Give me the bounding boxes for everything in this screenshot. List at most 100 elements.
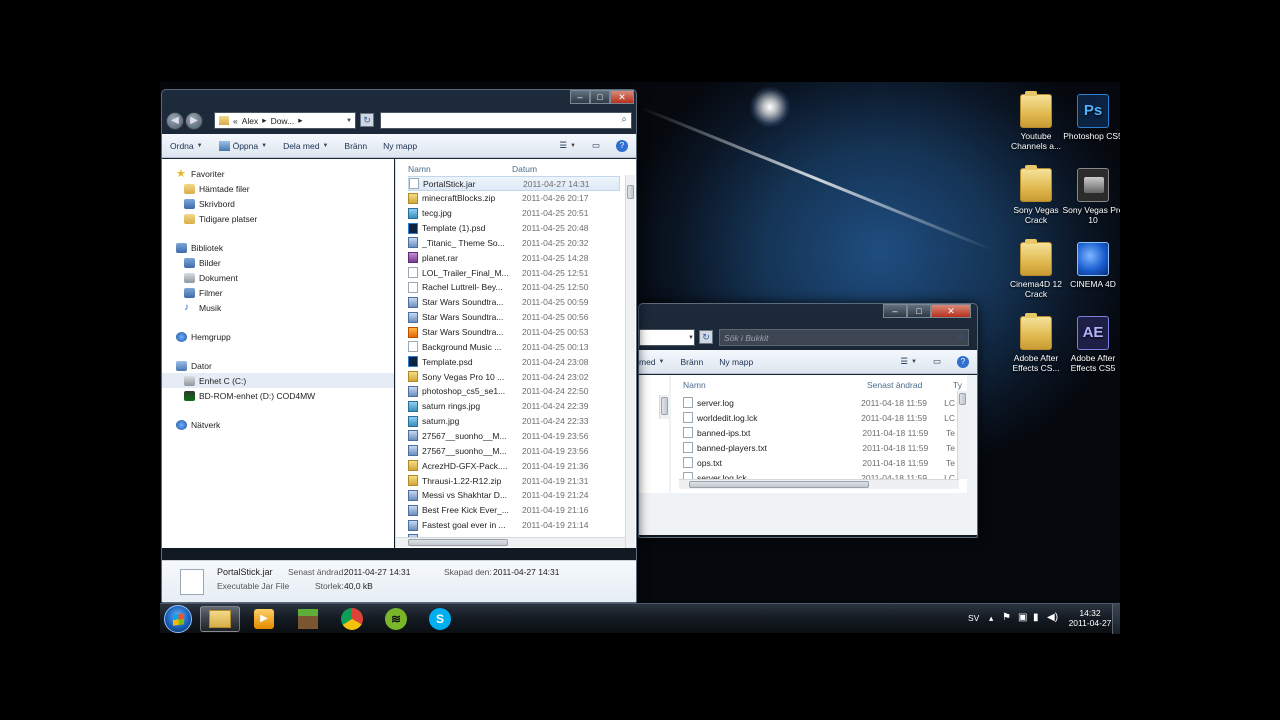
close-button[interactable]: ✕ bbox=[931, 304, 971, 318]
preview-pane-button[interactable]: ▭ bbox=[925, 356, 949, 367]
taskbar-spotify[interactable]: ≋ bbox=[376, 606, 416, 632]
file-row[interactable]: Star Wars Soundtra... 2011-04-25 00:53 bbox=[408, 325, 620, 340]
address-bar[interactable]: ▼ bbox=[639, 329, 695, 346]
clock[interactable]: 14:32 2011-04-27 bbox=[1065, 608, 1115, 628]
file-row[interactable]: tecg.jpg 2011-04-25 20:51 bbox=[408, 206, 620, 221]
file-row[interactable]: Background Music ... 2011-04-25 00:13 bbox=[408, 339, 620, 354]
preview-pane-button[interactable]: ▭ bbox=[584, 140, 608, 151]
chevron-down-icon[interactable]: ▼ bbox=[346, 118, 352, 124]
file-row[interactable]: Template.psd 2011-04-24 23:08 bbox=[408, 354, 620, 369]
desktop-icon-photoshop[interactable]: Ps Photoshop CS5 bbox=[1062, 94, 1120, 141]
file-row[interactable]: banned-ips.txt 2011-04-18 11:59 Te bbox=[683, 425, 955, 440]
nav-libraries[interactable]: Bibliotek bbox=[162, 240, 394, 255]
share-menu[interactable]: Dela med ▼ bbox=[275, 141, 336, 151]
show-desktop-button[interactable] bbox=[1112, 604, 1120, 634]
help-button[interactable]: ? bbox=[608, 139, 636, 152]
back-button[interactable]: ◀ bbox=[166, 112, 184, 130]
nav-music[interactable]: ♪ Musik bbox=[162, 300, 394, 315]
nav-videos[interactable]: Filmer bbox=[162, 285, 394, 300]
minimize-button[interactable]: – bbox=[883, 304, 907, 318]
nav-scrollbar[interactable] bbox=[659, 395, 669, 419]
forward-button[interactable]: ▶ bbox=[185, 112, 203, 130]
file-row[interactable]: minecraftBlocks.zip 2011-04-26 20:17 bbox=[408, 191, 620, 206]
show-hidden-icons-button[interactable]: ▴ bbox=[989, 613, 993, 624]
nav-desktop[interactable]: Skrivbord bbox=[162, 196, 394, 211]
file-row[interactable]: LOL_Trailer_Final_M... 2011-04-25 12:51 bbox=[408, 265, 620, 280]
display-icon[interactable]: ▣ bbox=[1018, 612, 1027, 623]
file-row[interactable]: _Titanic_ Theme So... 2011-04-25 20:32 bbox=[408, 235, 620, 250]
search-input[interactable]: Sök i Bukkit ⌕ bbox=[719, 329, 969, 346]
horizontal-scrollbar[interactable] bbox=[396, 537, 625, 547]
scrollbar-thumb[interactable] bbox=[627, 185, 634, 199]
breadcrumb-downloads[interactable]: Dow... bbox=[271, 116, 295, 126]
scrollbar-thumb[interactable] bbox=[661, 397, 668, 415]
file-row[interactable]: AcrezHD-GFX-Pack.... 2011-04-19 21:36 bbox=[408, 458, 620, 473]
file-row[interactable]: Rachel Luttrell- Bey... 2011-04-25 12:50 bbox=[408, 280, 620, 295]
desktop-icon-cinema4d[interactable]: CINEMA 4D bbox=[1062, 242, 1120, 289]
scrollbar-thumb[interactable] bbox=[689, 481, 869, 488]
desktop-icon-youtube-channels[interactable]: Youtube Channels a... bbox=[1005, 91, 1067, 151]
desktop-icon-cinema4d-crack[interactable]: Cinema4D 12 Crack bbox=[1005, 239, 1067, 299]
scrollbar-thumb[interactable] bbox=[408, 539, 508, 546]
column-name[interactable]: Namn bbox=[683, 380, 867, 390]
taskbar-skype[interactable]: S bbox=[420, 606, 460, 632]
column-date[interactable]: Datum bbox=[512, 164, 537, 174]
file-row[interactable]: server.log 2011-04-18 11:59 LC bbox=[683, 395, 955, 410]
taskbar-explorer[interactable] bbox=[200, 606, 240, 632]
column-type[interactable]: Ty bbox=[953, 380, 962, 390]
file-row[interactable]: Star Wars Soundtra... 2011-04-25 00:56 bbox=[408, 310, 620, 325]
nav-drive-c[interactable]: Enhet C (C:) bbox=[162, 373, 394, 388]
nav-downloads[interactable]: Hämtade filer bbox=[162, 181, 394, 196]
minimize-button[interactable]: – bbox=[570, 90, 590, 104]
desktop-icon-sony-vegas-pro[interactable]: Sony Vegas Pro 10 bbox=[1062, 168, 1120, 225]
maximize-button[interactable]: □ bbox=[590, 90, 610, 104]
action-center-flag-icon[interactable]: ⚑ bbox=[1002, 612, 1011, 623]
network-tray-icon[interactable]: ▮ bbox=[1033, 612, 1039, 623]
file-row[interactable]: banned-players.txt 2011-04-18 11:59 Te bbox=[683, 440, 955, 455]
explorer-window-downloads[interactable]: – □ ✕ ◀ ▶ « Alex ▸ Dow... ▸ ▼ ↻ ⌕ Ordna … bbox=[161, 89, 637, 603]
refresh-icon[interactable]: ↻ bbox=[360, 113, 374, 127]
explorer-window-bukkit[interactable]: – □ ✕ ▼ ↻ Sök i Bukkit ⌕ med ▼ Bränn Ny m… bbox=[638, 303, 978, 538]
file-row[interactable]: Messi vs Shakhtar D... 2011-04-19 21:24 bbox=[408, 488, 620, 503]
view-options-button[interactable]: ☰ ▼ bbox=[551, 140, 584, 151]
file-row[interactable]: PortalStick.jar 2011-04-27 14:31 bbox=[408, 176, 620, 191]
nav-homegroup[interactable]: Hemgrupp bbox=[162, 329, 394, 344]
share-menu[interactable]: med ▼ bbox=[639, 357, 673, 367]
volume-icon[interactable]: ◀) bbox=[1047, 612, 1058, 623]
taskbar-media-player[interactable]: ▶ bbox=[244, 606, 284, 632]
desktop-icon-after-effects[interactable]: AE Adobe After Effects CS5 bbox=[1062, 316, 1120, 373]
breadcrumb-alex[interactable]: Alex bbox=[242, 116, 259, 126]
nav-drive-d[interactable]: BD-ROM-enhet (D:) COD4MW bbox=[162, 388, 394, 403]
file-row[interactable]: saturn rings.jpg 2011-04-24 22:39 bbox=[408, 399, 620, 414]
file-row[interactable]: Thrausi-1.22-R12.zip 2011-04-19 21:31 bbox=[408, 473, 620, 488]
taskbar-minecraft[interactable] bbox=[288, 606, 328, 632]
vertical-scrollbar[interactable] bbox=[625, 175, 635, 548]
nav-network[interactable]: Nätverk bbox=[162, 417, 394, 432]
taskbar-chrome[interactable] bbox=[332, 606, 372, 632]
search-input[interactable]: ⌕ bbox=[380, 112, 632, 129]
organize-menu[interactable]: Ordna ▼ bbox=[162, 141, 211, 151]
view-options-button[interactable]: ☰ ▼ bbox=[892, 356, 925, 367]
desktop-icon-after-effects-folder[interactable]: Adobe After Effects CS... bbox=[1005, 313, 1067, 373]
nav-favorites[interactable]: ★ Favoriter bbox=[162, 166, 394, 181]
column-name[interactable]: Namn bbox=[408, 164, 512, 174]
nav-pictures[interactable]: Bilder bbox=[162, 255, 394, 270]
language-indicator[interactable]: SV bbox=[968, 613, 979, 623]
file-row[interactable]: photoshop_cs5_se1... 2011-04-24 22:50 bbox=[408, 384, 620, 399]
burn-button[interactable]: Bränn bbox=[673, 357, 712, 367]
file-row[interactable]: Star Wars Soundtra... 2011-04-25 00:59 bbox=[408, 295, 620, 310]
open-menu[interactable]: Öppna ▼ bbox=[211, 140, 275, 151]
refresh-icon[interactable]: ↻ bbox=[699, 330, 713, 344]
file-row[interactable]: planet.rar 2011-04-25 14:28 bbox=[408, 250, 620, 265]
chevron-down-icon[interactable]: ▼ bbox=[688, 335, 694, 341]
file-row[interactable]: Template (1).psd 2011-04-25 20:48 bbox=[408, 221, 620, 236]
help-button[interactable]: ? bbox=[949, 355, 977, 368]
desktop-icon-sony-vegas-crack[interactable]: Sony Vegas Crack bbox=[1005, 165, 1067, 225]
file-row[interactable]: saturn.jpg 2011-04-24 22:33 bbox=[408, 414, 620, 429]
file-row[interactable]: 27567__suonho__M... 2011-04-19 23:56 bbox=[408, 428, 620, 443]
column-modified[interactable]: Senast ändrad bbox=[867, 380, 953, 390]
new-folder-button[interactable]: Ny mapp bbox=[375, 141, 425, 151]
burn-button[interactable]: Bränn bbox=[336, 141, 375, 151]
nav-recent-places[interactable]: Tidigare platser bbox=[162, 211, 394, 226]
new-folder-button[interactable]: Ny mapp bbox=[711, 357, 761, 367]
